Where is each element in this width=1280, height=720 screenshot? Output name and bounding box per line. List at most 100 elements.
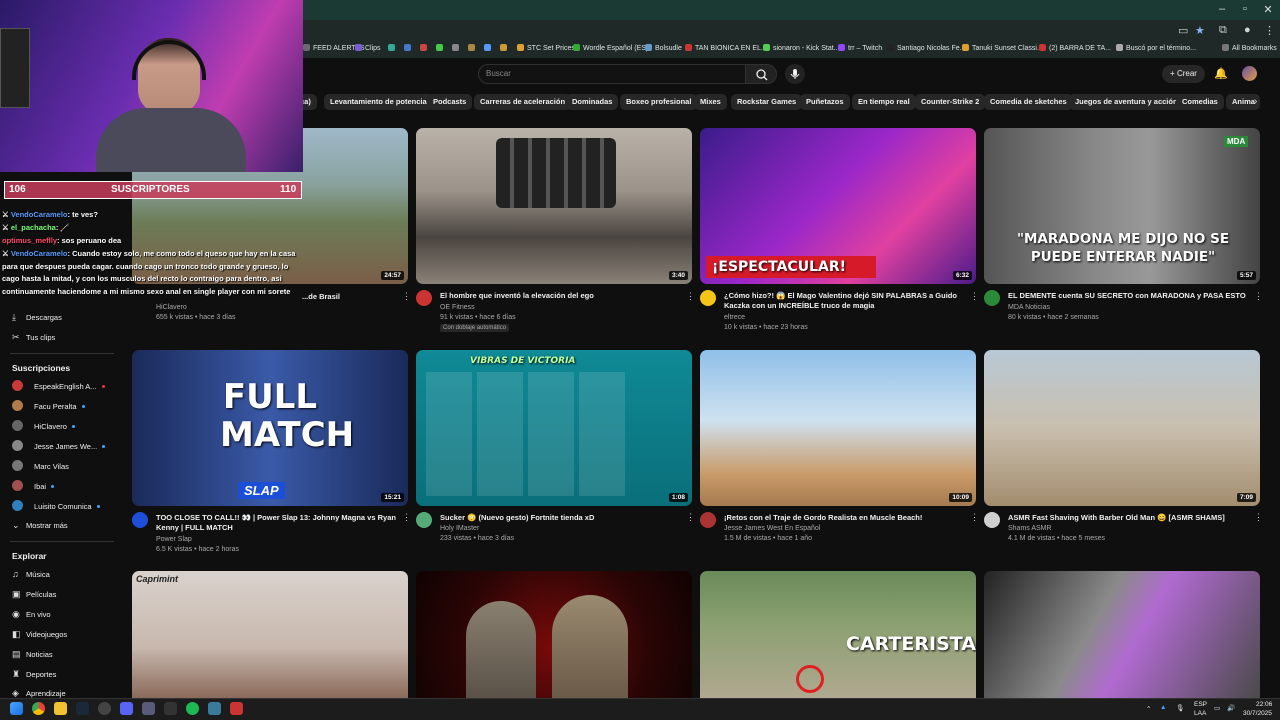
app-icon[interactable] — [208, 702, 221, 715]
sidebar-sub[interactable]: Facu Peralta — [12, 400, 85, 411]
bookmark-item[interactable] — [500, 44, 510, 52]
video-title[interactable]: ...de Brasil — [302, 292, 402, 302]
bookmark-item[interactable]: Wordle Español (ES) — [573, 44, 648, 52]
more-options-icon[interactable]: ⋮ — [1254, 291, 1263, 302]
all-bookmarks[interactable]: All Bookmarks — [1222, 44, 1277, 52]
chip[interactable]: Comedias — [1176, 94, 1224, 110]
sidebar-item-clips[interactable]: ✂ Tus clips — [12, 332, 55, 343]
video-thumbnail[interactable] — [416, 571, 692, 698]
bookmark-item[interactable] — [436, 44, 446, 52]
more-options-icon[interactable]: ⋮ — [686, 291, 695, 302]
video-title[interactable]: ASMR Fast Shaving With Barber Old Man 😄 … — [1008, 513, 1258, 523]
video-title[interactable]: Sucker 😳 (Nuevo gesto) Fortnite tienda x… — [440, 513, 690, 523]
channel-name[interactable]: Shams ASMR — [1008, 524, 1052, 534]
chip[interactable]: Comedia de sketches — [984, 94, 1073, 110]
channel-avatar[interactable] — [984, 512, 1000, 528]
bookmark-item[interactable] — [388, 44, 398, 52]
profile-icon[interactable]: ● — [1244, 24, 1251, 36]
notifications-bell-icon[interactable]: 🔔 — [1214, 67, 1228, 80]
sidebar-explore-news[interactable]: ▤ Noticias — [12, 649, 53, 660]
sidebar-sub[interactable]: Luisito Comunica — [12, 500, 100, 511]
sidebar-sub[interactable]: Jesse James We... — [12, 440, 106, 451]
bookmark-item[interactable] — [452, 44, 462, 52]
menu-icon[interactable]: ⋮ — [1264, 24, 1275, 37]
star-icon[interactable]: ★ — [1195, 24, 1205, 37]
minimize-icon[interactable]: – — [1210, 3, 1234, 15]
video-thumbnail[interactable]: CARTERISTA — [700, 571, 976, 698]
voice-search-button[interactable] — [785, 64, 805, 84]
create-button[interactable]: + Crear — [1162, 65, 1205, 83]
more-options-icon[interactable]: ⋮ — [1254, 512, 1263, 523]
chip[interactable]: En tiempo real — [852, 94, 916, 110]
bookmark-item[interactable] — [420, 44, 430, 52]
chip[interactable]: Puñetazos — [800, 94, 850, 110]
obs-icon[interactable] — [164, 702, 177, 715]
chip[interactable]: Counter-Strike 2 — [915, 94, 986, 110]
tray-mic-icon[interactable]: 🎙 — [1176, 704, 1184, 712]
bookmark-item[interactable]: Clips — [355, 44, 381, 52]
bookmark-item[interactable] — [404, 44, 414, 52]
chevron-right-icon[interactable]: › — [1254, 96, 1257, 107]
video-thumbnail[interactable]: Caprimint — [132, 571, 408, 698]
sidebar-sub[interactable]: Marc Vilas — [12, 460, 69, 471]
channel-name[interactable]: Jesse James West En Español — [724, 524, 820, 534]
bookmark-item[interactable]: trr – Twitch — [838, 44, 882, 52]
bookmark-item[interactable]: Bolsudle — [645, 44, 682, 52]
bookmark-item[interactable]: TAN BIONICA EN EL... — [685, 44, 767, 52]
channel-avatar[interactable] — [984, 290, 1000, 306]
video-title[interactable]: TOO CLOSE TO CALL!! 👀 | Power Slap 13: J… — [156, 513, 406, 533]
sidebar-explore-live[interactable]: ◉ En vivo — [12, 609, 51, 620]
windows-start-icon[interactable] — [10, 702, 23, 715]
search-box[interactable] — [478, 64, 746, 84]
input-language-2[interactable]: LAA — [1194, 710, 1206, 717]
video-thumbnail[interactable]: VIBRAS DE VICTORIA 1:08 — [416, 350, 692, 506]
chip[interactable]: Carreras de aceleración — [474, 94, 572, 110]
clock-date[interactable]: 30/7/2025 — [1243, 710, 1272, 717]
channel-avatar[interactable] — [700, 290, 716, 306]
bookmark-item[interactable]: sionaron - Kick Stat... — [763, 44, 840, 52]
sidebar-sub[interactable]: Ibai — [12, 480, 55, 491]
maximize-icon[interactable]: ▫ — [1233, 3, 1257, 15]
discord-icon[interactable] — [120, 702, 133, 715]
chrome-icon[interactable] — [32, 702, 45, 715]
clock-time[interactable]: 22:06 — [1256, 701, 1272, 708]
more-options-icon[interactable]: ⋮ — [970, 512, 979, 523]
app-icon[interactable] — [142, 702, 155, 715]
chip[interactable]: Boxeo profesional — [620, 94, 698, 110]
account-avatar[interactable] — [1242, 66, 1257, 81]
more-options-icon[interactable]: ⋮ — [970, 291, 979, 302]
channel-avatar[interactable] — [416, 512, 432, 528]
channel-name[interactable]: Holy IMaster — [440, 524, 479, 534]
close-icon[interactable]: ✕ — [1256, 3, 1280, 16]
spotify-icon[interactable] — [186, 702, 199, 715]
bookmark-item[interactable]: Tanuki Sunset Classi... — [962, 44, 1043, 52]
tray-chevron-icon[interactable]: ⌃ — [1146, 705, 1151, 713]
cast-icon[interactable]: ▭ — [1178, 24, 1188, 37]
channel-name[interactable]: eltrece — [724, 313, 745, 323]
network-icon[interactable]: ▭ — [1214, 704, 1220, 712]
video-title[interactable]: EL DEMENTE cuenta SU SECRETO con MARADON… — [1008, 291, 1258, 301]
chip[interactable]: Levantamiento de potencia — [324, 94, 433, 110]
chip[interactable]: Rockstar Games — [731, 94, 803, 110]
chip[interactable]: Dominadas — [566, 94, 619, 110]
chip[interactable]: Mixes — [694, 94, 727, 110]
video-thumbnail[interactable]: ¡ESPECTACULAR! 6:32 — [700, 128, 976, 284]
file-explorer-icon[interactable] — [54, 702, 67, 715]
search-button[interactable] — [745, 64, 777, 84]
channel-name[interactable]: Power Slap — [156, 535, 192, 545]
channel-avatar[interactable] — [700, 512, 716, 528]
video-thumbnail[interactable]: 7:09 — [984, 350, 1260, 506]
bookmark-item[interactable] — [484, 44, 494, 52]
more-options-icon[interactable]: ⋮ — [402, 512, 411, 523]
chip[interactable]: Podcasts — [427, 94, 473, 110]
app-icon[interactable] — [98, 702, 111, 715]
video-thumbnail[interactable]: 3:40 — [416, 128, 692, 284]
channel-name[interactable]: MDA Noticias — [1008, 303, 1050, 313]
video-thumbnail[interactable]: MDA "MARADONA ME DIJO NO SE PUEDE ENTERA… — [984, 128, 1260, 284]
sidebar-explore-movies[interactable]: ▣ Películas — [12, 589, 56, 600]
bookmark-item[interactable]: Buscó por el término... — [1116, 44, 1196, 52]
video-thumbnail[interactable]: FULL MATCH SLAP 15:21 — [132, 350, 408, 506]
sidebar-explore-gaming[interactable]: ◧ Videojuegos — [12, 629, 67, 640]
search-input[interactable]: Buscar — [486, 69, 511, 78]
bookmark-item[interactable]: STC Set Prices — [517, 44, 575, 52]
